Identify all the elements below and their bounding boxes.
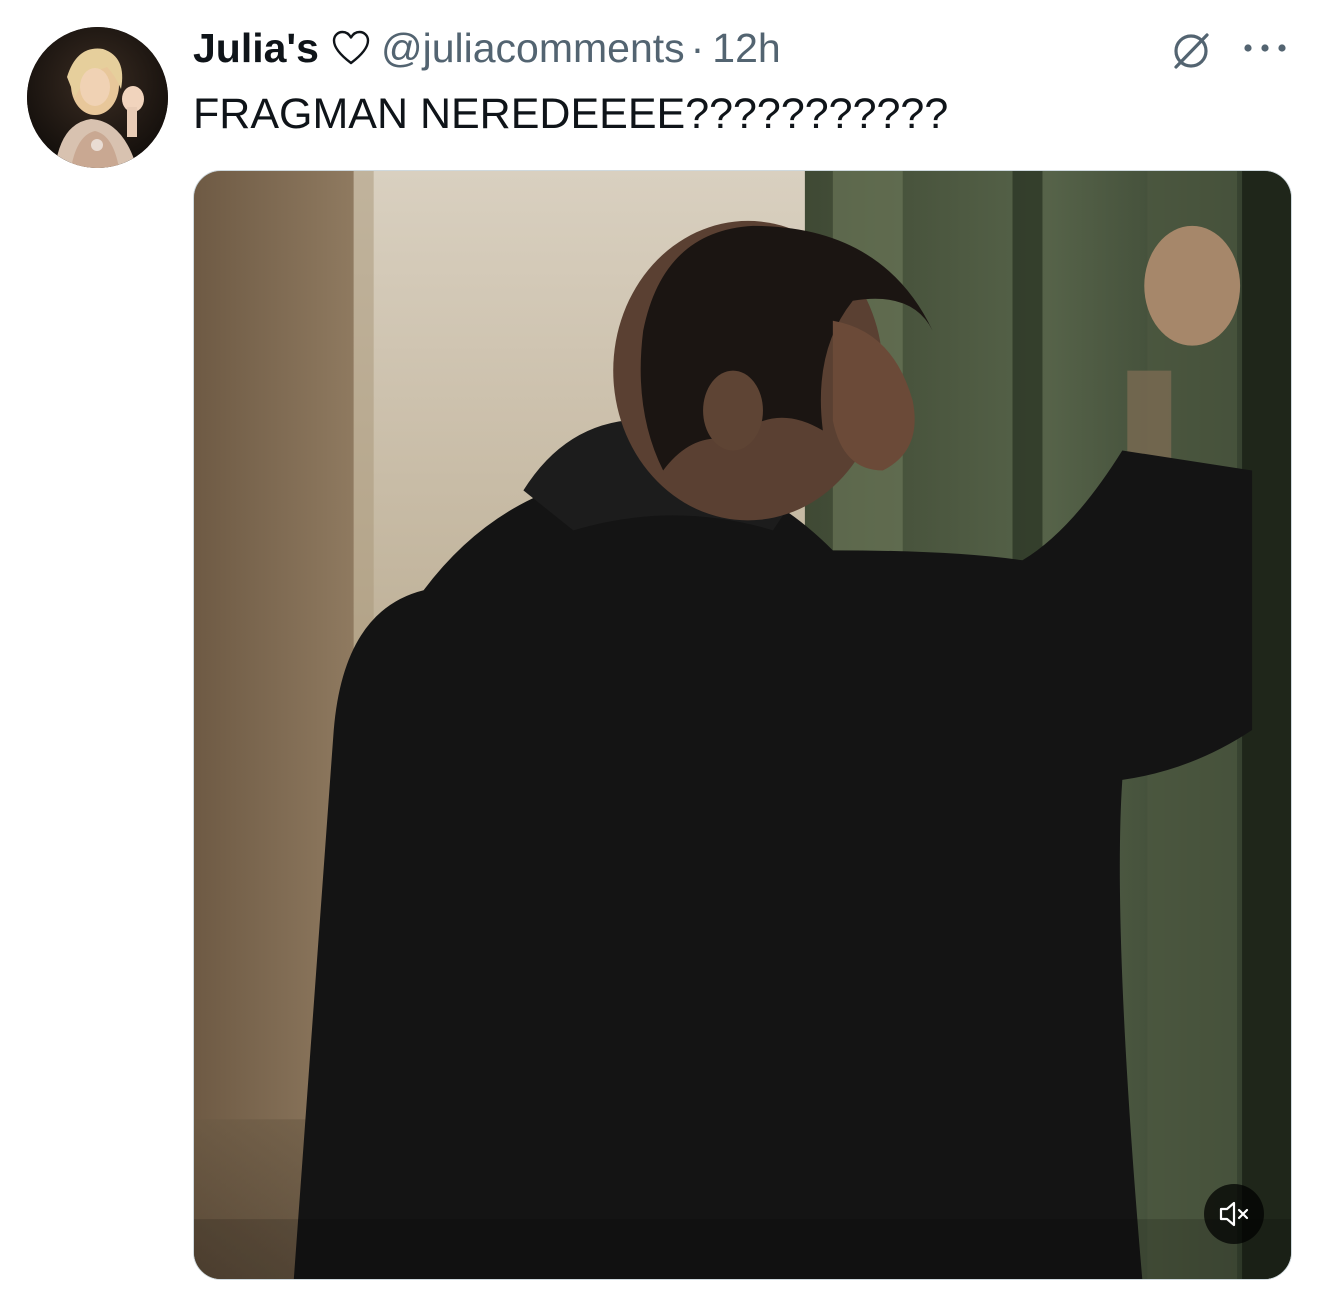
grok-icon[interactable] bbox=[1167, 27, 1215, 75]
display-name[interactable]: Julia's bbox=[193, 24, 319, 72]
volume-muted-icon bbox=[1219, 1201, 1249, 1227]
tweet[interactable]: Julia's @juliacomments · 12h FRAGMAN NER… bbox=[0, 0, 1320, 1301]
author-handle[interactable]: @juliacomments bbox=[381, 24, 685, 72]
more-options-icon[interactable] bbox=[1240, 36, 1290, 60]
separator-dot: · bbox=[690, 25, 705, 71]
tweet-header: Julia's @juliacomments · 12h bbox=[193, 24, 781, 72]
mute-button[interactable] bbox=[1204, 1184, 1264, 1244]
tweet-text: FRAGMAN NEREDEEEE??????????? bbox=[193, 90, 949, 138]
timestamp[interactable]: 12h bbox=[712, 24, 780, 72]
heart-outline-icon bbox=[331, 29, 371, 67]
video-frame bbox=[194, 171, 1291, 1279]
avatar[interactable] bbox=[27, 27, 168, 168]
tweet-video[interactable] bbox=[193, 170, 1292, 1280]
avatar-photo bbox=[27, 27, 168, 168]
